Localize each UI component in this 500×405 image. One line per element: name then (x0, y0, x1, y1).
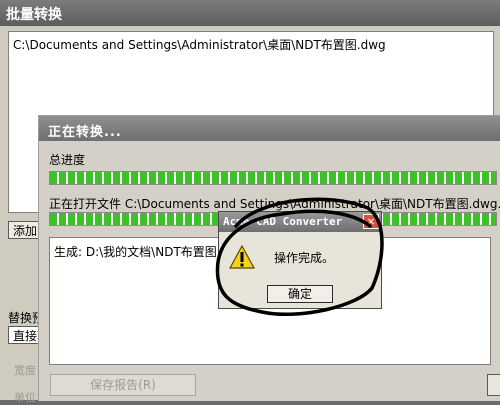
unit-label: 单位 (14, 391, 36, 404)
list-item[interactable]: C:\Documents and Settings\Administrator\… (13, 36, 386, 53)
overall-progress-bar (49, 171, 497, 185)
dialog-message: 操作完成。 (274, 251, 335, 265)
dialog-titlebar: Acme CAD Converter ✕ (219, 212, 381, 232)
batch-titlebar: 批量转换 (0, 0, 500, 26)
batch-window-title: 批量转换 (6, 7, 62, 23)
warning-icon (229, 245, 255, 269)
log-line: 生成: D:\我的文档\NDT布置图.dwg (54, 245, 246, 259)
progress-window-title: 正在转换... (48, 125, 122, 140)
save-report-button[interactable]: 保存报告(R) (50, 374, 196, 396)
close-button-edge[interactable] (487, 374, 500, 396)
overall-progress-fill (50, 172, 496, 184)
width-label: 宽度 (14, 364, 36, 377)
ok-button[interactable]: 确定 (267, 285, 333, 303)
add-button[interactable]: 添加 (8, 221, 42, 239)
dialog-title: Acme CAD Converter (223, 215, 343, 228)
overall-progress-label: 总进度 (49, 153, 86, 167)
message-dialog: Acme CAD Converter ✕ 操作完成。 确定 (218, 211, 382, 309)
dialog-close-button[interactable]: ✕ (363, 214, 379, 229)
progress-titlebar: 正在转换... (39, 116, 500, 141)
opening-file-label: 正在打开文件 C:\Documents and Settings\Adminis… (49, 197, 500, 211)
